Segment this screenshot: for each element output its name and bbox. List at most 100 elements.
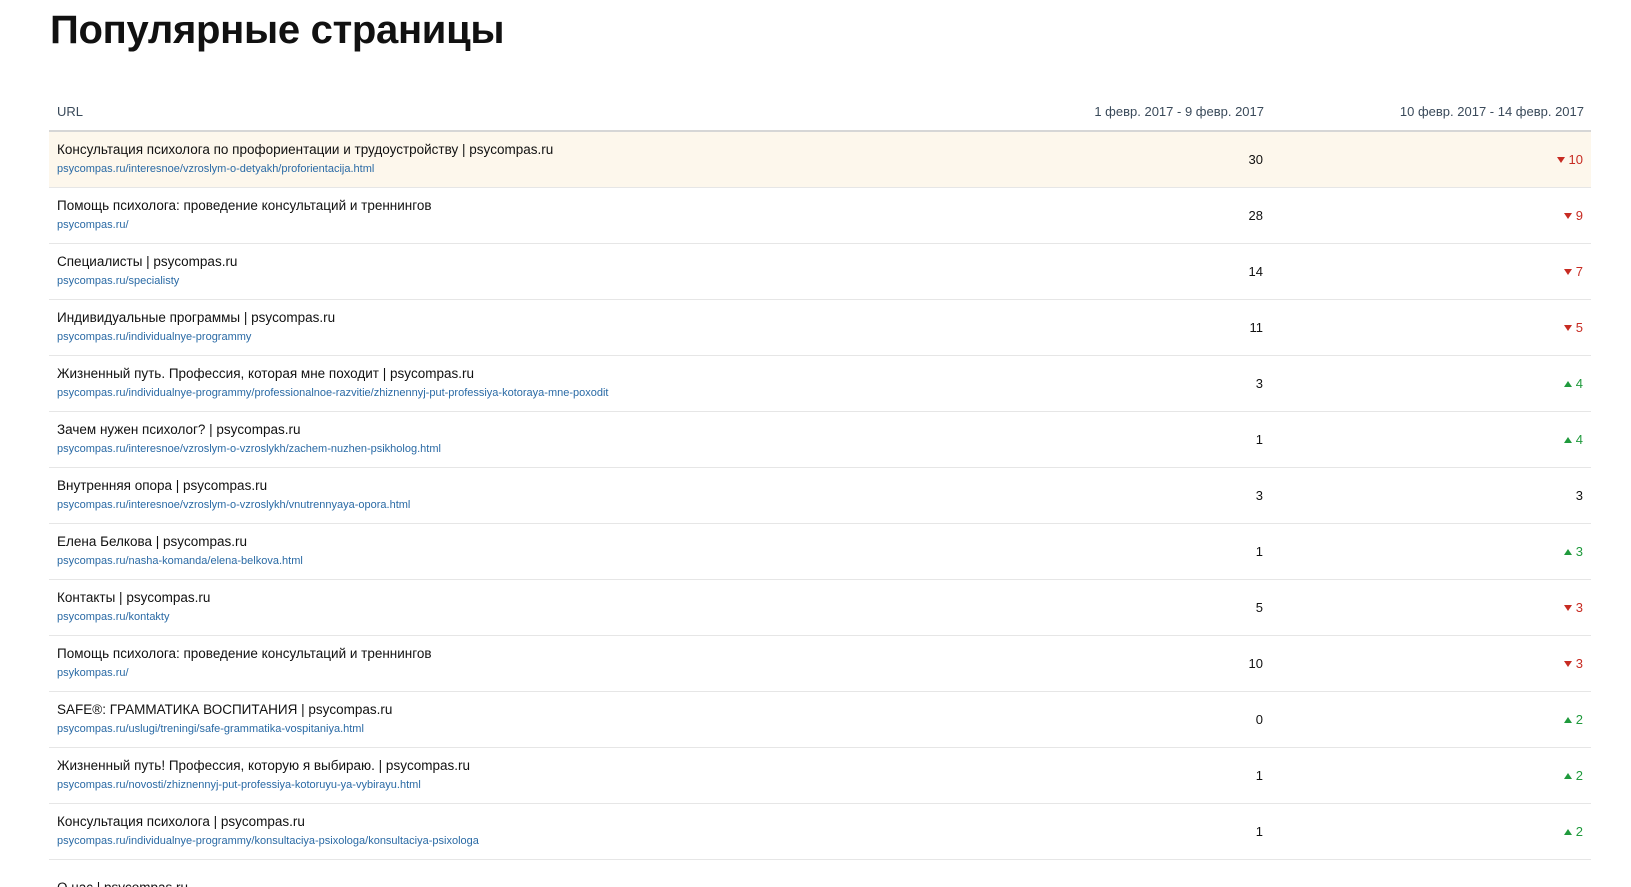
page-url-link[interactable]: psycompas.ru/nasha-komanda/elena-belkova…	[57, 553, 953, 570]
cell-url: Жизненный путь. Профессия, которая мне п…	[49, 365, 953, 402]
caret-up-icon	[1563, 381, 1572, 387]
period2-value: 3	[1575, 600, 1583, 615]
change-indicator: 2	[1563, 768, 1583, 783]
page-title-text: Специалисты | psycompas.ru	[57, 254, 238, 269]
page-url-link[interactable]: psycompas.ru/interesnoe/vzroslym-o-detya…	[57, 161, 953, 178]
cell-url: О нас | psycompas.ru	[49, 879, 953, 887]
caret-down-icon	[1563, 605, 1572, 611]
table-row[interactable]: О нас | psycompas.ru	[49, 860, 1591, 887]
table-body: Консультация психолога по профориентации…	[49, 132, 1591, 887]
caret-up-icon	[1563, 549, 1572, 555]
caret-down-icon	[1563, 325, 1572, 331]
page-title-text: Консультация психолога | psycompas.ru	[57, 814, 305, 829]
table-row[interactable]: Помощь психолога: проведение консультаци…	[49, 636, 1591, 692]
popular-pages-table: URL 1 февр. 2017 - 9 февр. 2017 10 февр.…	[49, 92, 1591, 887]
change-indicator: 5	[1563, 320, 1583, 335]
change-indicator: 4	[1563, 376, 1583, 391]
cell-period2: 9	[1263, 208, 1591, 223]
cell-period2: 3	[1263, 600, 1591, 615]
table-row[interactable]: Помощь психолога: проведение консультаци…	[49, 188, 1591, 244]
cell-period1-value: 5	[1255, 600, 1263, 615]
page-url-link[interactable]: psycompas.ru/	[57, 217, 953, 234]
cell-period1-value: 1	[1255, 824, 1263, 839]
caret-up-icon	[1563, 829, 1572, 835]
change-indicator: 9	[1563, 208, 1583, 223]
caret-down-icon	[1563, 269, 1572, 275]
table-row[interactable]: Зачем нужен психолог? | psycompas.ru psyc…	[49, 412, 1591, 468]
caret-up-icon	[1563, 773, 1572, 779]
table-row[interactable]: Индивидуальные программы | psycompas.ru p…	[49, 300, 1591, 356]
cell-url: Индивидуальные программы | psycompas.ru p…	[49, 309, 953, 346]
cell-period2: 2	[1263, 712, 1591, 727]
change-indicator: 3	[1563, 544, 1583, 559]
table-row[interactable]: Внутренняя опора | psycompas.ru psycompas…	[49, 468, 1591, 524]
page-url-link[interactable]: psykompas.ru/	[57, 665, 953, 682]
period2-value: 9	[1575, 208, 1583, 223]
table-row[interactable]: Елена Белкова | psycompas.ru psycompas.ru…	[49, 524, 1591, 580]
change-indicator: 2	[1563, 712, 1583, 727]
cell-period2: 4	[1263, 376, 1591, 391]
cell-period1-value: 0	[1255, 712, 1263, 727]
page-url-link[interactable]: psycompas.ru/novosti/zhiznennyj-put-prof…	[57, 777, 953, 794]
page-url-link[interactable]: psycompas.ru/individualnye-programmy	[57, 329, 953, 346]
page-title-text: Зачем нужен психолог? | psycompas.ru	[57, 422, 301, 437]
period2-value: 3	[1575, 488, 1583, 503]
caret-down-icon	[1563, 661, 1572, 667]
page-url-link[interactable]: psycompas.ru/kontakty	[57, 609, 953, 626]
page-url-link[interactable]: psycompas.ru/specialisty	[57, 273, 953, 290]
cell-url: Зачем нужен психолог? | psycompas.ru psyc…	[49, 421, 953, 458]
table-row[interactable]: Специалисты | psycompas.ru psycompas.ru/s…	[49, 244, 1591, 300]
period2-value: 2	[1575, 712, 1583, 727]
cell-period2: 3	[1263, 488, 1591, 503]
cell-period1-value: 3	[1255, 488, 1263, 503]
cell-period2: 3	[1263, 656, 1591, 671]
table-row[interactable]: Контакты | psycompas.ru psycompas.ru/kont…	[49, 580, 1591, 636]
table-row[interactable]: Жизненный путь. Профессия, которая мне п…	[49, 356, 1591, 412]
cell-period1-value: 1	[1255, 768, 1263, 783]
page-url-link[interactable]: psycompas.ru/uslugi/treningi/safe-gramma…	[57, 721, 953, 738]
cell-period1-value: 3	[1255, 376, 1263, 391]
cell-url: Помощь психолога: проведение консультаци…	[49, 197, 953, 234]
table-row[interactable]: SAFE®: ГРАММАТИКА ВОСПИТАНИЯ | psycompas…	[49, 692, 1591, 748]
change-indicator: 4	[1563, 432, 1583, 447]
cell-period2: 5	[1263, 320, 1591, 335]
page-title-text: Жизненный путь. Профессия, которая мне п…	[57, 366, 475, 381]
page-title-text: SAFE®: ГРАММАТИКА ВОСПИТАНИЯ | psycompas…	[57, 702, 393, 717]
page-title-text: Внутренняя опора | psycompas.ru	[57, 478, 268, 493]
period2-value: 7	[1575, 264, 1583, 279]
page-title-text: Елена Белкова | psycompas.ru	[57, 534, 248, 549]
page-title-text: Помощь психолога: проведение консультаци…	[57, 198, 432, 213]
page-url-link[interactable]: psycompas.ru/individualnye-programmy/kon…	[57, 833, 953, 850]
cell-period1-value: 14	[1248, 264, 1263, 279]
cell-url: Консультация психолога по профориентации…	[49, 141, 953, 178]
page-url-link[interactable]: psycompas.ru/interesnoe/vzroslym-o-vzros…	[57, 497, 953, 514]
table-row[interactable]: Консультация психолога | psycompas.ru psy…	[49, 804, 1591, 860]
page-url-link[interactable]: psycompas.ru/interesnoe/vzroslym-o-vzros…	[57, 441, 953, 458]
cell-url: Елена Белкова | psycompas.ru psycompas.ru…	[49, 533, 953, 570]
cell-url: Помощь психолога: проведение консультаци…	[49, 645, 953, 682]
caret-up-icon	[1563, 437, 1572, 443]
page-title-text: Контакты | psycompas.ru	[57, 590, 211, 605]
cell-period1-value: 10	[1248, 656, 1263, 671]
change-indicator: 3	[1563, 600, 1583, 615]
column-header-period1[interactable]: 1 февр. 2017 - 9 февр. 2017	[954, 104, 1264, 119]
cell-url: Контакты | psycompas.ru psycompas.ru/kont…	[49, 589, 953, 626]
page-title-text: Жизненный путь! Профессия, которую я выб…	[57, 758, 470, 773]
change-indicator: 2	[1563, 824, 1583, 839]
change-indicator: 3	[1576, 488, 1583, 503]
table-row[interactable]: Консультация психолога по профориентации…	[49, 132, 1591, 188]
period2-value: 3	[1575, 544, 1583, 559]
cell-period1-value: 28	[1248, 208, 1263, 223]
cell-period2: 3	[1263, 544, 1591, 559]
popular-pages-report: Популярные страницы URL 1 февр. 2017 - 9…	[0, 0, 1631, 887]
cell-period1-value: 1	[1255, 544, 1263, 559]
page-title-text: Консультация психолога по профориентации…	[57, 142, 554, 157]
page-title-text: Помощь психолога: проведение консультаци…	[57, 646, 432, 661]
change-indicator: 7	[1563, 264, 1583, 279]
page-url-link[interactable]: psycompas.ru/individualnye-programmy/pro…	[57, 385, 953, 402]
column-header-period2[interactable]: 10 февр. 2017 - 14 февр. 2017	[1264, 104, 1591, 119]
cell-period1-value: 11	[1249, 320, 1264, 335]
column-header-url[interactable]: URL	[49, 104, 954, 119]
table-row[interactable]: Жизненный путь! Профессия, которую я выб…	[49, 748, 1591, 804]
cell-url: SAFE®: ГРАММАТИКА ВОСПИТАНИЯ | psycompas…	[49, 701, 953, 738]
